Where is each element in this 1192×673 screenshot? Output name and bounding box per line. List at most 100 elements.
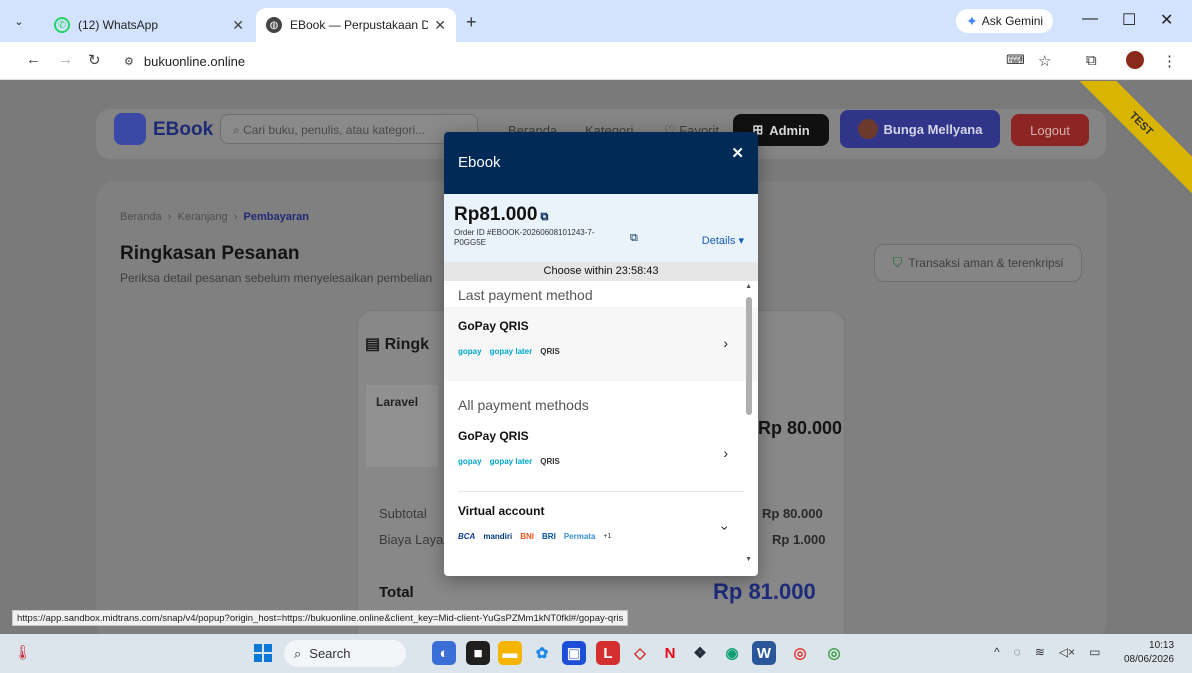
total-value: Rp 81.000 — [713, 579, 816, 604]
qris-logo: QRIS — [540, 457, 560, 466]
bookmark-star-icon[interactable]: ☆ — [1038, 52, 1051, 70]
breadcrumb: Beranda › Keranjang › Pembayaran — [120, 211, 309, 223]
permata-logo: Permata — [563, 532, 596, 541]
chrome-profile-icon[interactable]: ◎ — [822, 641, 846, 665]
subtotal-label: Subtotal — [379, 506, 427, 521]
store-icon[interactable]: ▣ — [562, 641, 586, 665]
method-name: Virtual account — [458, 504, 545, 518]
app-icon-dots[interactable]: ❖ — [688, 641, 712, 665]
scroll-thumb[interactable] — [746, 297, 752, 415]
menu-icon[interactable]: ⋮ — [1162, 52, 1177, 70]
app-icon-1[interactable]: ◐ — [432, 641, 456, 665]
translate-icon[interactable]: ⌨ — [1006, 52, 1025, 68]
volume-icon[interactable]: ◁× — [1059, 645, 1075, 659]
globe-icon: ◍ — [266, 17, 282, 33]
last-gopay-qris-option[interactable]: GoPay QRIS gopay gopay later QRIS › — [444, 307, 758, 381]
amount-summary: Rp81.000 ⧉ Order ID #EBOOK-20260608101243… — [444, 194, 758, 262]
fee-label: Biaya Layan — [379, 532, 451, 547]
wifi-icon[interactable]: ≋ — [1035, 645, 1045, 659]
brand-name[interactable]: EBook — [153, 119, 213, 141]
user-button[interactable]: Bunga Mellyana — [840, 110, 1000, 148]
more-banks-count: +1 — [603, 533, 612, 540]
forward-icon[interactable]: → — [58, 51, 73, 68]
scrollbar[interactable]: ▲ ▼ — [745, 283, 754, 567]
crumb-keranjang[interactable]: Keranjang — [177, 211, 227, 223]
shield-check-icon: ⛉ — [892, 255, 903, 270]
copy-order-id-icon[interactable]: ⧉ — [630, 232, 638, 245]
app-icon-l[interactable]: L — [596, 641, 620, 665]
battery-icon[interactable]: ▭ — [1089, 645, 1100, 659]
order-id: Order ID #EBOOK-20260608101243-7-P0GG5E — [454, 228, 595, 247]
tab-title: EBook — Perpustakaan Digital — [290, 18, 429, 32]
close-window-icon[interactable]: ✕ — [1160, 10, 1173, 30]
windows-start-icon[interactable] — [254, 644, 272, 662]
tray-app-icon[interactable]: ◌ — [1014, 645, 1021, 659]
tab-ebook[interactable]: ◍ EBook — Perpustakaan Digital ✕ — [256, 8, 456, 42]
edge-icon[interactable]: ◉ — [720, 641, 744, 665]
site-info-icon[interactable]: ⚙ — [124, 55, 134, 68]
search-placeholder: Cari buku, penulis, atau kategori... — [243, 123, 426, 137]
ask-gemini-button[interactable]: ✦ Ask Gemini — [956, 9, 1054, 33]
close-tab-icon[interactable]: ✕ — [434, 17, 446, 34]
taskbar-search[interactable]: ⌕ Search — [284, 640, 406, 667]
maximize-icon[interactable]: ☐ — [1122, 10, 1136, 30]
tab-strip: ⌄ ✆ (12) WhatsApp ✕ ◍ EBook — Perpustaka… — [0, 0, 1192, 42]
fee-value: Rp 1.000 — [772, 532, 826, 547]
tab-search-button[interactable]: ⌄ — [8, 10, 30, 32]
site-search-input[interactable]: ⌕ Cari buku, penulis, atau kategori... — [220, 114, 478, 144]
logout-button[interactable]: Logout — [1011, 114, 1089, 146]
payment-method-list[interactable]: Last payment method GoPay QRIS gopay gop… — [444, 281, 758, 576]
page-subtitle: Periksa detail pesanan sebelum menyelesa… — [120, 271, 433, 285]
bni-logo: BNI — [520, 532, 535, 541]
details-toggle[interactable]: Details ▾ — [702, 234, 744, 247]
address-bar[interactable]: ⚙ bukuonline.online — [114, 47, 994, 75]
app-icon-2[interactable]: ■ — [466, 641, 490, 665]
virtual-account-option[interactable]: Virtual account BCA mandiri BNI BRI Perm… — [444, 492, 758, 566]
crumb-beranda[interactable]: Beranda — [120, 211, 162, 223]
gemini-label: Ask Gemini — [981, 14, 1044, 28]
chrome-icon[interactable]: ◎ — [788, 641, 812, 665]
new-tab-button[interactable]: + — [466, 12, 477, 33]
user-name: Bunga Mellyana — [883, 121, 983, 137]
taskbar-search-label: Search — [309, 646, 351, 661]
minimize-icon[interactable]: — — [1082, 10, 1098, 28]
gopay-later-logo: gopay later — [489, 457, 533, 466]
tray-chevron-icon[interactable]: ^ — [994, 645, 1000, 659]
file-explorer-icon[interactable]: ▬ — [498, 641, 522, 665]
extensions-icon[interactable]: ⧉ — [1086, 52, 1097, 69]
tab-whatsapp[interactable]: ✆ (12) WhatsApp ✕ — [44, 8, 254, 42]
scroll-up-arrow[interactable]: ▲ — [745, 283, 752, 290]
url-text: bukuonline.online — [143, 53, 246, 69]
gopay-qris-option[interactable]: GoPay QRIS gopay gopay later QRIS › — [444, 417, 758, 491]
tab-title: (12) WhatsApp — [78, 18, 159, 32]
book-cover-title: Laravel — [376, 395, 419, 409]
book-cover: Laravel — [366, 385, 438, 467]
method-logos: gopay gopay later QRIS — [458, 347, 744, 356]
profile-avatar[interactable] — [1126, 51, 1144, 69]
method-name: GoPay QRIS — [458, 319, 529, 333]
mcafee-icon[interactable]: ◇ — [628, 641, 652, 665]
countdown-timer: Choose within 23:58:43 — [444, 262, 758, 281]
close-tab-icon[interactable]: ✕ — [232, 17, 244, 34]
bri-logo: BRI — [542, 532, 556, 541]
method-logos: gopay gopay later QRIS — [458, 457, 744, 466]
weather-icon[interactable]: 🌡 — [14, 644, 32, 661]
scroll-down-arrow[interactable]: ▼ — [745, 556, 752, 563]
word-icon[interactable]: W — [752, 641, 776, 665]
copy-amount-icon[interactable]: ⧉ — [540, 211, 548, 223]
whatsapp-icon: ✆ — [54, 17, 70, 33]
amount-value: Rp81.000 — [454, 204, 538, 225]
gopay-later-logo: gopay later — [489, 347, 533, 356]
app-icon-4[interactable]: ✿ — [530, 641, 554, 665]
clock[interactable]: 10:13 08/06/2026 — [1124, 639, 1174, 667]
qris-logo: QRIS — [540, 347, 560, 356]
modal-title: Ebook — [458, 154, 501, 171]
close-icon[interactable]: ✕ — [731, 144, 744, 162]
system-tray: ^ ◌ ≋ ◁× ▭ — [994, 645, 1100, 659]
site-logo[interactable] — [114, 113, 146, 145]
netflix-icon[interactable]: N — [658, 641, 682, 665]
secure-label: Transaksi aman & terenkripsi — [908, 256, 1064, 270]
back-icon[interactable]: ← — [26, 51, 41, 68]
gopay-logo: gopay — [458, 347, 482, 356]
reload-icon[interactable]: ↻ — [88, 51, 101, 69]
